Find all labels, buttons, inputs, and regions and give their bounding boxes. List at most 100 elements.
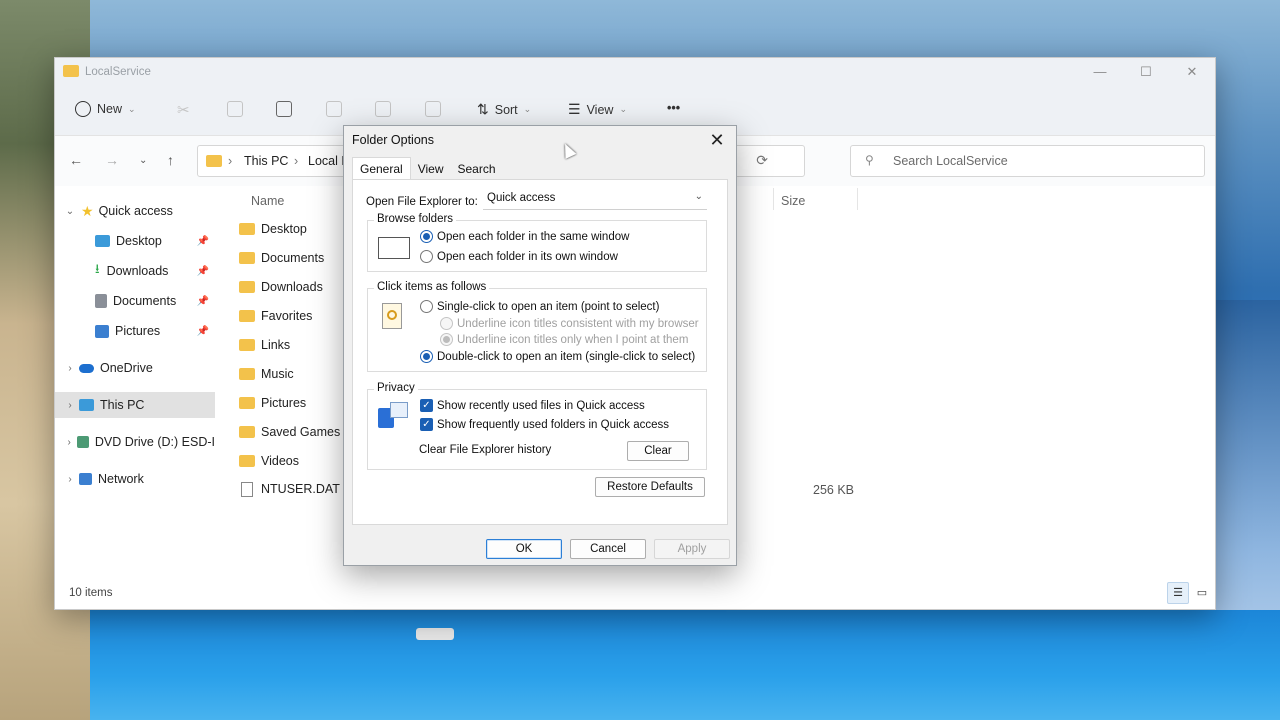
cut-button[interactable]: ✂ xyxy=(177,101,190,119)
back-arrow-icon[interactable]: ← xyxy=(69,152,83,168)
delete-button[interactable] xyxy=(425,101,441,117)
checkmark-icon: ✓ xyxy=(420,399,433,412)
refresh-icon[interactable]: ⟳ xyxy=(756,152,768,169)
collapsed-chevron-icon[interactable]: › xyxy=(63,363,77,374)
sidebar-item-onedrive[interactable]: › OneDrive xyxy=(63,355,215,381)
file-name: Links xyxy=(261,338,291,352)
cancel-button[interactable]: Cancel xyxy=(570,539,646,559)
breadcrumb-separator: › xyxy=(294,154,299,168)
maximize-button[interactable]: ☐ xyxy=(1131,62,1161,84)
file-name: Saved Games xyxy=(261,425,341,439)
network-icon xyxy=(79,473,92,485)
view-icon: ☰ xyxy=(568,101,581,117)
column-separator[interactable] xyxy=(857,188,858,210)
collapsed-chevron-icon[interactable]: › xyxy=(63,437,75,448)
chevron-down-icon: ⌄ xyxy=(128,103,136,114)
tab-search[interactable]: Search xyxy=(451,158,503,180)
list-item[interactable]: Pictures xyxy=(239,390,349,416)
folder-icon xyxy=(63,65,79,77)
collapsed-chevron-icon[interactable]: › xyxy=(63,400,77,411)
double-click-radio[interactable]: Double-click to open an item (single-cli… xyxy=(420,350,695,363)
browse-folders-label: Browse folders xyxy=(374,213,457,225)
sidebar-item-label: Desktop xyxy=(116,234,162,248)
forward-arrow-icon[interactable]: → xyxy=(105,152,119,168)
sidebar-item-this-pc[interactable]: › This PC xyxy=(55,392,215,418)
search-box[interactable]: ⚲ Search LocalService xyxy=(850,145,1205,177)
close-button[interactable]: ✕ xyxy=(1177,62,1207,84)
apply-button[interactable]: Apply xyxy=(654,539,730,559)
file-icon xyxy=(241,481,253,497)
sort-icon: ⇅ xyxy=(477,101,489,117)
view-button[interactable]: ☰ View ⌄ xyxy=(568,101,627,118)
column-header-size[interactable]: Size xyxy=(781,194,805,208)
recent-files-checkbox[interactable]: ✓ Show recently used files in Quick acce… xyxy=(420,399,645,412)
cloud-icon xyxy=(79,363,94,373)
frequent-folders-checkbox[interactable]: ✓ Show frequently used folders in Quick … xyxy=(420,418,669,431)
sidebar-item-quick-access[interactable]: ⌄ ★ Quick access xyxy=(63,198,223,224)
single-click-radio[interactable]: Single-click to open an item (point to s… xyxy=(420,300,659,313)
radio-disabled-icon xyxy=(440,333,453,346)
new-button[interactable]: New ⌄ xyxy=(75,101,136,117)
sidebar-item-desktop[interactable]: Desktop 📌 xyxy=(93,228,215,254)
view-label: View xyxy=(586,102,614,117)
sort-button[interactable]: ⇅ Sort ⌄ xyxy=(477,101,531,118)
ok-button[interactable]: OK xyxy=(486,539,562,559)
list-item[interactable]: Music xyxy=(239,361,349,387)
folder-icon xyxy=(239,281,255,293)
list-item[interactable]: Favorites xyxy=(239,303,349,329)
sidebar-item-downloads[interactable]: ⭳ Downloads 📌 xyxy=(93,258,215,284)
rename-button[interactable] xyxy=(326,101,342,117)
tab-view[interactable]: View xyxy=(411,158,451,180)
tab-general[interactable]: General xyxy=(352,157,411,179)
collapsed-chevron-icon[interactable]: › xyxy=(63,474,77,485)
chevron-down-icon: ⌄ xyxy=(523,104,532,114)
sort-label: Sort xyxy=(494,102,518,117)
same-window-radio[interactable]: Open each folder in the same window xyxy=(420,230,629,243)
title-bar[interactable]: LocalService — ☐ ✕ xyxy=(55,58,1215,88)
breadcrumb-this-pc[interactable]: This PC xyxy=(244,154,288,168)
own-window-radio[interactable]: Open each folder in its own window xyxy=(420,250,618,263)
privacy-label: Privacy xyxy=(374,382,418,394)
sidebar-item-network[interactable]: › Network xyxy=(63,466,215,492)
click-items-label: Click items as follows xyxy=(374,281,490,293)
column-header-name[interactable]: Name xyxy=(251,194,284,208)
navigation-pane: ⌄ ★ Quick access Desktop 📌 ⭳ Downloads 📌… xyxy=(55,186,215,581)
scissors-icon: ✂ xyxy=(177,102,190,119)
up-arrow-icon[interactable]: ↑ xyxy=(167,152,174,168)
minimize-button[interactable]: — xyxy=(1085,62,1115,84)
open-to-label: Open File Explorer to: xyxy=(366,196,478,208)
underline-point-radio[interactable]: Underline icon titles only when I point … xyxy=(440,333,688,346)
pc-icon xyxy=(79,399,94,411)
more-options-button[interactable]: ••• xyxy=(667,101,680,115)
sidebar-item-pictures[interactable]: Pictures 📌 xyxy=(93,318,215,344)
column-separator[interactable] xyxy=(773,188,774,210)
list-item[interactable]: NTUSER.DAT xyxy=(239,476,349,502)
details-view-icon[interactable]: ☰ xyxy=(1167,582,1189,604)
window-illustration-icon xyxy=(378,237,410,259)
clear-button[interactable]: Clear xyxy=(627,441,689,461)
file-name: Music xyxy=(261,367,294,381)
large-icons-view-icon[interactable]: ▭ xyxy=(1191,582,1213,604)
search-icon: ⚲ xyxy=(865,153,874,167)
sidebar-item-dvd-drive[interactable]: › DVD Drive (D:) ESD-I xyxy=(63,429,216,455)
pictures-icon xyxy=(95,324,109,338)
copy-button[interactable] xyxy=(227,101,243,117)
underline-browser-radio[interactable]: Underline icon titles consistent with my… xyxy=(440,317,699,330)
open-to-dropdown[interactable]: Quick access ⌄ xyxy=(483,190,707,210)
restore-defaults-button[interactable]: Restore Defaults xyxy=(595,477,705,497)
list-item[interactable]: Downloads xyxy=(239,274,349,300)
expanded-chevron-icon[interactable]: ⌄ xyxy=(63,206,77,217)
list-item[interactable]: Documents xyxy=(239,245,349,271)
list-item[interactable]: Links xyxy=(239,332,349,358)
sidebar-item-documents[interactable]: Documents 📌 xyxy=(93,288,215,314)
radio-unselected-icon xyxy=(420,300,433,313)
close-icon[interactable]: ✕ xyxy=(704,128,730,152)
share-button[interactable] xyxy=(375,101,391,117)
list-item[interactable]: Videos xyxy=(239,448,349,474)
paste-button[interactable] xyxy=(276,101,292,117)
folder-icon xyxy=(239,310,255,322)
folder-options-dialog: Folder Options ✕ General View Search Ope… xyxy=(343,125,737,566)
list-item[interactable]: Saved Games xyxy=(239,419,349,445)
list-item[interactable]: Desktop xyxy=(239,216,349,242)
recent-locations-chevron-icon[interactable]: ⌄ xyxy=(139,155,147,166)
